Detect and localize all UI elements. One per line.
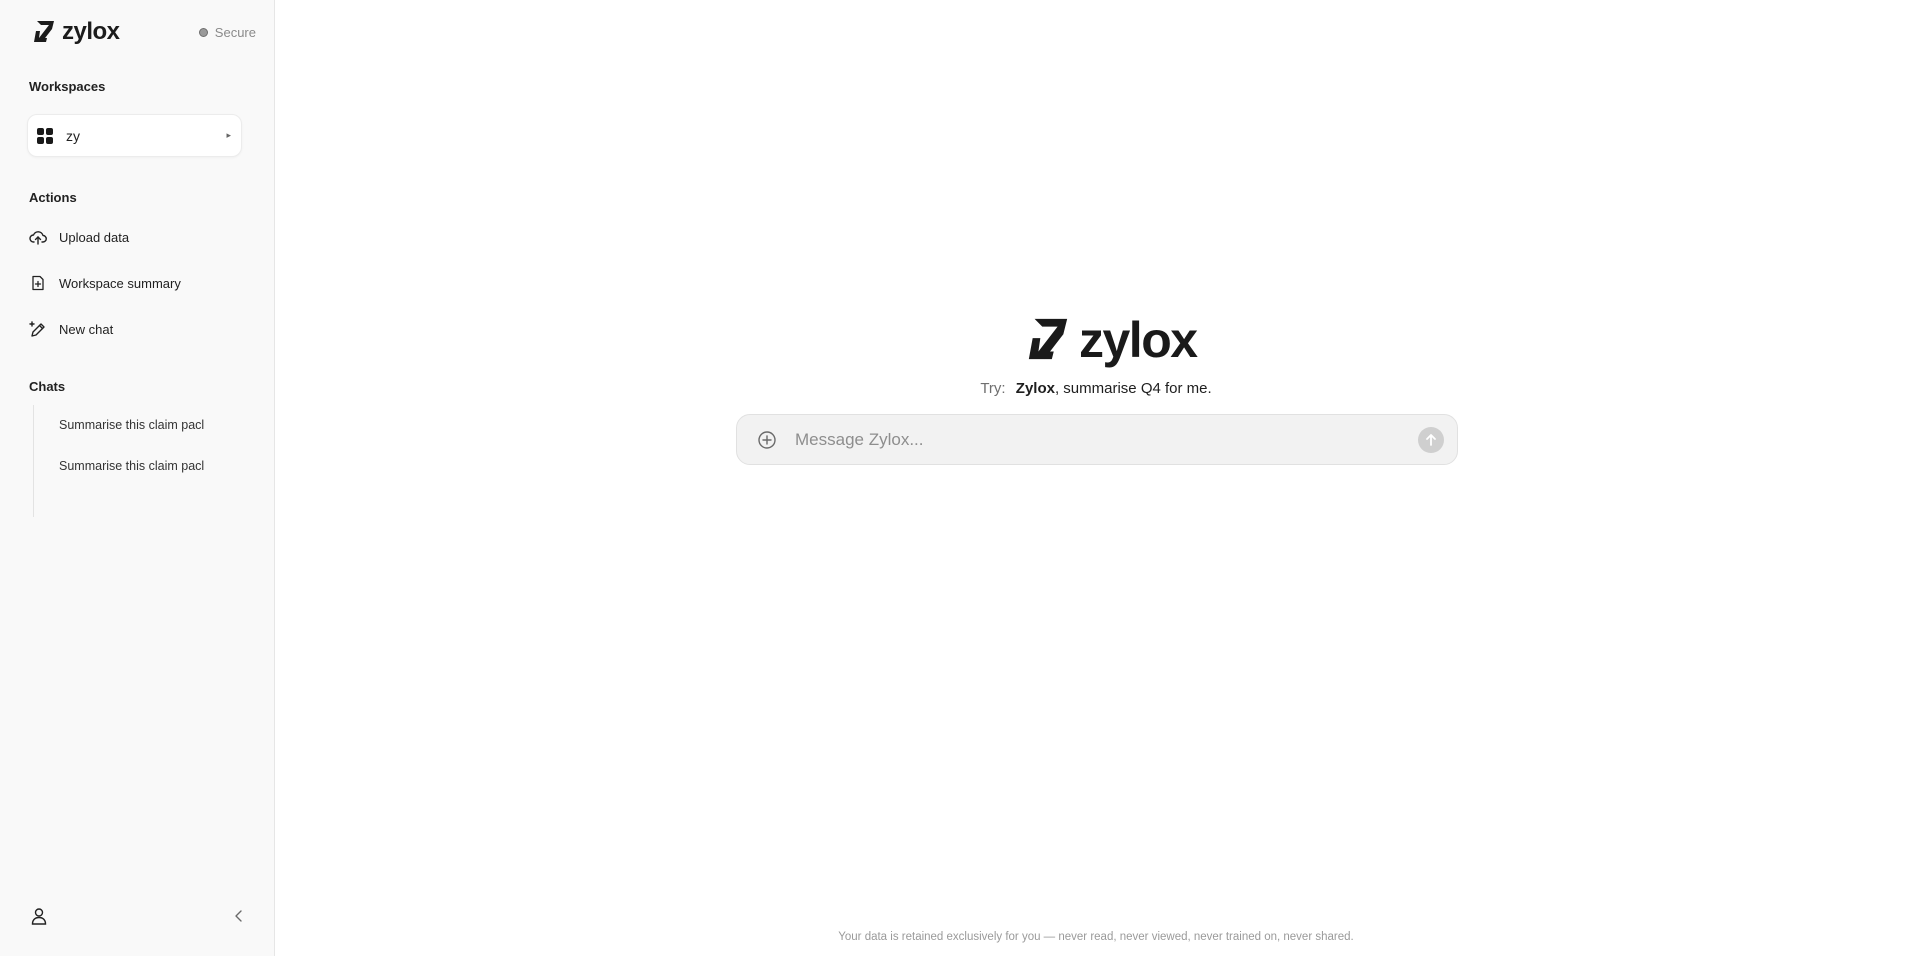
hero-logo: zylox: [1025, 312, 1198, 368]
arrow-up-icon: [1426, 433, 1436, 446]
try-brand[interactable]: Zylox: [1016, 380, 1055, 397]
add-attachment-icon[interactable]: [757, 430, 777, 450]
app-window: zylox Secure Workspaces zy ▸ Actions Upl…: [0, 0, 1917, 956]
user-profile-icon[interactable]: [29, 906, 49, 926]
workspace-name: zy: [66, 127, 80, 144]
workspaces-heading: Workspaces: [29, 79, 106, 94]
zylox-logo-icon: [1028, 318, 1068, 360]
chat-list-item[interactable]: Summarise this claim pacl: [59, 459, 239, 473]
caret-right-icon: ▸: [226, 130, 231, 140]
brand-logo[interactable]: zylox: [32, 20, 120, 44]
workspace-selector[interactable]: zy ▸: [27, 114, 242, 157]
sidebar: zylox Secure Workspaces zy ▸ Actions Upl…: [0, 0, 275, 956]
actions-heading: Actions: [29, 190, 77, 205]
file-plus-icon: [32, 275, 44, 291]
zylox-logo-icon: [34, 21, 54, 42]
send-button[interactable]: [1418, 426, 1444, 453]
grid-icon: [37, 127, 53, 144]
try-label: Try:: [980, 380, 1006, 397]
try-suggestion: Try: Zylox, summarise Q4 for me.: [275, 380, 1917, 397]
chats-heading: Chats: [29, 379, 66, 394]
workspace-summary-label: Workspace summary: [59, 275, 181, 291]
brand-name: zylox: [62, 18, 120, 45]
cloud-upload-icon: [29, 231, 47, 245]
main-panel: zylox Try: Zylox, summarise Q4 for me. Y…: [275, 0, 1917, 956]
collapse-sidebar-icon[interactable]: [231, 907, 247, 925]
workspace-summary-button[interactable]: Workspace summary: [29, 274, 181, 292]
new-chat-label: New chat: [59, 321, 114, 337]
secure-status: Secure: [198, 25, 256, 40]
message-composer: [736, 414, 1458, 465]
status-dot-icon: [198, 28, 208, 37]
try-suggestion-text[interactable]: , summarise Q4 for me.: [1055, 380, 1212, 397]
chat-list-item[interactable]: Summarise this claim pacl: [59, 418, 239, 432]
upload-data-label: Upload data: [59, 229, 130, 245]
upload-data-button[interactable]: Upload data: [29, 228, 129, 246]
new-chat-button[interactable]: New chat: [29, 320, 113, 338]
pen-sparkle-icon: [29, 321, 45, 337]
hero-brand-name: zylox: [1079, 312, 1198, 368]
chat-list: Summarise this claim pacl Summarise this…: [33, 405, 253, 517]
secure-label: Secure: [214, 25, 256, 40]
message-input[interactable]: [793, 424, 1418, 455]
privacy-footer: Your data is retained exclusively for yo…: [838, 931, 1354, 943]
